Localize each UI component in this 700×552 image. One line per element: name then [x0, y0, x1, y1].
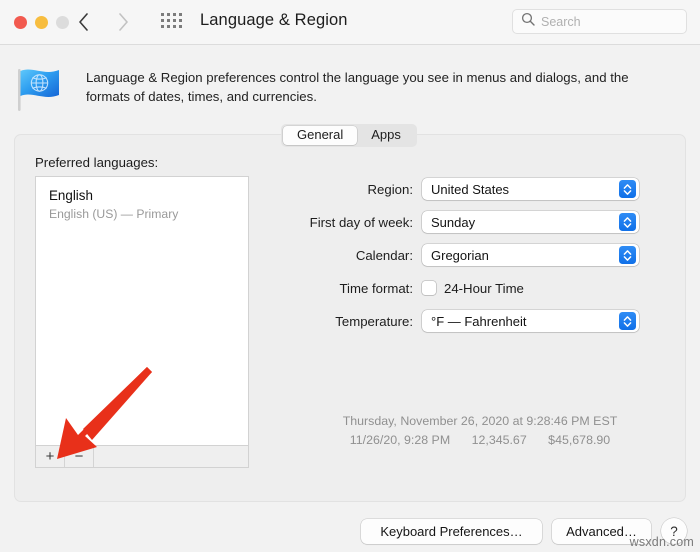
forward-button	[112, 10, 134, 34]
chevron-updown-icon[interactable]	[619, 312, 636, 330]
remove-language-button[interactable]: −	[65, 446, 94, 467]
add-language-button[interactable]: +	[36, 446, 65, 467]
preview-short-date: 11/26/20, 9:28 PM	[349, 432, 451, 447]
tab-general[interactable]: General	[283, 126, 358, 145]
row-temperature: Temperature: °F — Fahrenheit	[300, 310, 660, 332]
tab-bar: General Apps	[281, 124, 417, 147]
calendar-label: Calendar:	[355, 247, 413, 263]
minimize-window-button[interactable]	[35, 16, 48, 29]
preferred-languages-list[interactable]: English English (US) — Primary	[35, 176, 249, 446]
flag-globe-icon	[14, 64, 66, 114]
show-all-grid-icon[interactable]	[161, 13, 183, 31]
calendar-popup-button[interactable]: Gregorian	[422, 244, 639, 266]
preference-description: Language & Region preferences control th…	[86, 70, 629, 104]
system-preferences-window: Language & Region Search Language & Regi…	[0, 0, 700, 552]
row-region: Region: United States	[300, 178, 660, 200]
temperature-label: Temperature:	[335, 313, 413, 329]
first-day-of-week-label: First day of week:	[309, 214, 413, 230]
24-hour-time-label: 24-Hour Time	[444, 280, 524, 296]
row-time-format: Time format: 24-Hour Time	[300, 277, 660, 299]
preview-long-date: Thursday, November 26, 2020 at 9:28:46 P…	[342, 414, 618, 428]
region-popup-button[interactable]: United States	[422, 178, 639, 200]
row-first-day-of-week: First day of week: Sunday	[300, 211, 660, 233]
search-field[interactable]: Search	[512, 9, 687, 34]
24-hour-time-checkbox[interactable]	[422, 281, 436, 295]
preference-header: Language & Region preferences control th…	[0, 45, 700, 118]
watermark: wsxdn.com	[629, 535, 694, 549]
time-format-label: Time format:	[339, 280, 413, 296]
tab-apps[interactable]: Apps	[357, 126, 415, 145]
chevron-updown-icon[interactable]	[619, 246, 636, 264]
search-placeholder: Search	[541, 14, 581, 29]
temperature-popup-button[interactable]: °F — Fahrenheit	[422, 310, 639, 332]
window-toolbar: Language & Region Search	[0, 0, 700, 45]
region-settings-form: Region: United States First day of week:…	[300, 178, 660, 343]
language-name: English	[49, 188, 93, 203]
traffic-light-group	[14, 16, 69, 29]
back-button[interactable]	[72, 10, 94, 34]
language-list-toolbar: + −	[35, 446, 249, 468]
chevron-updown-icon[interactable]	[619, 180, 636, 198]
close-window-button[interactable]	[14, 16, 27, 29]
language-detail: English (US) — Primary	[49, 207, 179, 221]
search-icon	[521, 12, 535, 31]
language-toolbar-filler	[94, 446, 248, 467]
format-preview: Thursday, November 26, 2020 at 9:28:46 P…	[300, 412, 660, 449]
navigation-arrows	[72, 10, 134, 34]
chevron-updown-icon[interactable]	[619, 213, 636, 231]
page-title: Language & Region	[200, 11, 348, 29]
keyboard-preferences-button[interactable]: Keyboard Preferences…	[361, 519, 542, 544]
preferred-languages-label: Preferred languages:	[35, 155, 159, 170]
calendar-value: Gregorian	[431, 247, 489, 263]
first-day-of-week-value: Sunday	[431, 214, 476, 230]
first-day-of-week-popup-button[interactable]: Sunday	[422, 211, 639, 233]
zoom-window-button	[56, 16, 69, 29]
preview-short-formats: 11/26/20, 9:28 PM 12,345.67 $45,678.90	[300, 431, 660, 450]
time-format-checkbox-group[interactable]: 24-Hour Time	[422, 281, 524, 296]
temperature-value: °F — Fahrenheit	[431, 313, 527, 329]
region-label: Region:	[367, 181, 413, 197]
preview-number: 12,345.67	[471, 432, 527, 447]
list-item[interactable]: English English (US) — Primary	[36, 177, 248, 221]
region-value: United States	[431, 181, 510, 197]
row-calendar: Calendar: Gregorian	[300, 244, 660, 266]
preview-currency: $45,678.90	[548, 432, 611, 447]
